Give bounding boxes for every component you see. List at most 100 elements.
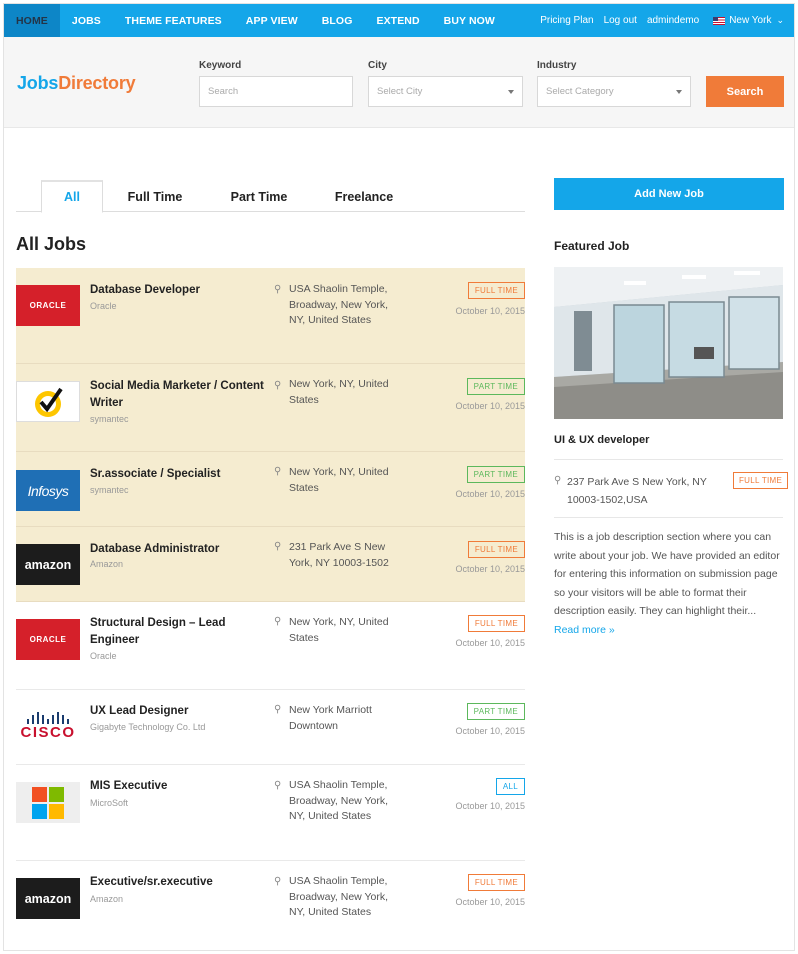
nav-jobs[interactable]: JOBS bbox=[60, 4, 113, 37]
job-date: October 10, 2015 bbox=[455, 401, 525, 411]
job-title[interactable]: Database Developer bbox=[90, 282, 265, 299]
job-title[interactable]: MIS Executive bbox=[90, 778, 265, 795]
section-title: All Jobs bbox=[16, 234, 87, 254]
job-row[interactable]: amazon Database Administrator Amazon ⚲ 2… bbox=[16, 527, 525, 602]
office-interior-photo bbox=[554, 267, 783, 419]
caret-down-icon bbox=[676, 89, 682, 94]
featured-job-location: 237 Park Ave S New York, NY 10003-1502,U… bbox=[567, 476, 707, 506]
job-title[interactable]: Structural Design – Lead Engineer bbox=[90, 615, 265, 649]
job-type-tabs: All Full Time Part Time Freelance bbox=[16, 180, 525, 213]
map-pin-icon: ⚲ bbox=[274, 284, 282, 295]
logout-link[interactable]: Log out bbox=[604, 15, 637, 26]
job-location: 231 Park Ave S New York, NY 10003-1502 bbox=[289, 541, 389, 569]
search-button[interactable]: Search bbox=[706, 76, 784, 107]
job-type-badge: PART TIME bbox=[466, 703, 525, 720]
job-row[interactable]: ORACLE Database Developer Oracle ⚲ USA S… bbox=[16, 268, 525, 364]
job-row[interactable]: Infosys Sr.associate / Specialist symant… bbox=[16, 452, 525, 527]
company-logo: ORACLE bbox=[16, 619, 80, 660]
job-row[interactable]: CISCO UX Lead Designer Gigabyte Technolo… bbox=[16, 690, 525, 765]
job-company: symantec bbox=[90, 485, 129, 495]
job-location: USA Shaolin Temple, Broadway, New York, … bbox=[289, 779, 389, 822]
company-logo bbox=[16, 782, 80, 823]
caret-down-icon bbox=[508, 89, 514, 94]
job-row[interactable]: MIS Executive MicroSoft ⚲ USA Shaolin Te… bbox=[16, 765, 525, 861]
job-type-badge: FULL TIME bbox=[467, 874, 525, 891]
keyword-field: Keyword Search bbox=[199, 60, 353, 107]
job-row[interactable]: amazon Executive/sr.executive Amazon ⚲ U… bbox=[16, 861, 525, 950]
company-logo: amazon bbox=[16, 878, 80, 919]
cisco-bars-icon bbox=[20, 712, 75, 724]
job-date: October 10, 2015 bbox=[455, 897, 525, 907]
job-company: Amazon bbox=[90, 894, 124, 904]
job-title[interactable]: Database Administrator bbox=[90, 541, 265, 558]
industry-select[interactable]: Select Category bbox=[537, 76, 691, 107]
industry-field: Industry Select Category bbox=[537, 60, 691, 107]
nav-blog[interactable]: BLOG bbox=[310, 4, 365, 37]
city-select[interactable]: Select City bbox=[368, 76, 523, 107]
logo-text-directory: Directory bbox=[58, 73, 136, 93]
search-header: JobsDirectory Keyword Search City Select… bbox=[4, 37, 794, 128]
tab-part-time[interactable]: Part Time bbox=[219, 180, 299, 213]
keyword-label: Keyword bbox=[199, 60, 242, 71]
divider bbox=[554, 459, 783, 460]
map-pin-icon: ⚲ bbox=[554, 475, 562, 486]
nav-extend[interactable]: EXTEND bbox=[364, 4, 431, 37]
map-pin-icon: ⚲ bbox=[274, 704, 282, 715]
nav-home[interactable]: HOME bbox=[4, 4, 60, 37]
job-date: October 10, 2015 bbox=[455, 638, 525, 648]
job-type-badge: FULL TIME bbox=[467, 541, 525, 558]
job-location: New York, NY, United States bbox=[289, 378, 389, 406]
city-field: City Select City bbox=[368, 60, 523, 107]
job-title[interactable]: UX Lead Designer bbox=[90, 703, 265, 720]
industry-label: Industry bbox=[537, 60, 577, 71]
microsoft-windows-icon bbox=[32, 786, 64, 819]
tab-freelance[interactable]: Freelance bbox=[324, 180, 404, 213]
job-type-badge: FULL TIME bbox=[467, 282, 525, 299]
job-company: symantec bbox=[90, 414, 129, 424]
cisco-logo: CISCO bbox=[20, 712, 75, 741]
job-date: October 10, 2015 bbox=[455, 489, 525, 499]
nav-buy-now[interactable]: BUY NOW bbox=[432, 4, 507, 37]
username-link[interactable]: admindemo bbox=[647, 15, 699, 26]
description-text: This is a job description section where … bbox=[554, 531, 780, 617]
featured-job-image[interactable] bbox=[554, 267, 783, 419]
job-date: October 10, 2015 bbox=[455, 726, 525, 736]
job-row[interactable]: Social Media Marketer / Content Writer s… bbox=[16, 364, 525, 452]
nav-app-view[interactable]: APP VIEW bbox=[234, 4, 310, 37]
pricing-plan-link[interactable]: Pricing Plan bbox=[540, 15, 593, 26]
job-row[interactable]: ORACLE Structural Design – Lead Engineer… bbox=[16, 602, 525, 690]
map-pin-icon: ⚲ bbox=[274, 616, 282, 627]
job-location: New York, NY, United States bbox=[289, 616, 389, 644]
map-pin-icon: ⚲ bbox=[274, 780, 282, 791]
map-pin-icon: ⚲ bbox=[274, 466, 282, 477]
symantec-check-icon bbox=[35, 387, 63, 417]
tab-full-time[interactable]: Full Time bbox=[115, 180, 195, 213]
cisco-wordmark: CISCO bbox=[20, 724, 76, 741]
job-title[interactable]: Social Media Marketer / Content Writer bbox=[90, 378, 265, 412]
featured-job-title[interactable]: UI & UX developer bbox=[554, 434, 649, 446]
job-company: Oracle bbox=[90, 651, 117, 661]
job-title[interactable]: Executive/sr.executive bbox=[90, 874, 265, 891]
job-company: Gigabyte Technology Co. Ltd bbox=[90, 722, 206, 732]
top-navbar: HOME JOBS THEME FEATURES APP VIEW BLOG E… bbox=[4, 4, 794, 37]
site-logo[interactable]: JobsDirectory bbox=[17, 73, 136, 94]
job-location: New York, NY, United States bbox=[289, 466, 389, 494]
job-title[interactable]: Sr.associate / Specialist bbox=[90, 466, 265, 483]
featured-job-type-badge: FULL TIME bbox=[733, 472, 789, 489]
company-logo: amazon bbox=[16, 544, 80, 585]
job-type-badge: PART TIME bbox=[466, 466, 525, 483]
chevron-down-icon: ⌄ bbox=[776, 15, 784, 25]
company-logo: Infosys bbox=[16, 470, 80, 511]
tab-all[interactable]: All bbox=[41, 180, 103, 213]
divider bbox=[554, 517, 783, 518]
company-logo bbox=[16, 381, 80, 422]
featured-job-description: This is a job description section where … bbox=[554, 528, 783, 639]
job-type-badge: ALL bbox=[495, 778, 525, 795]
read-more-link[interactable]: Read more » bbox=[554, 624, 615, 636]
location-selector[interactable]: New York ⌄ bbox=[713, 15, 784, 26]
add-new-job-button[interactable]: Add New Job bbox=[554, 178, 784, 210]
nav-theme-features[interactable]: THEME FEATURES bbox=[113, 4, 234, 37]
city-select-value: Select City bbox=[377, 86, 423, 97]
keyword-input[interactable]: Search bbox=[199, 76, 353, 107]
logo-text-jobs: Jobs bbox=[17, 73, 59, 93]
